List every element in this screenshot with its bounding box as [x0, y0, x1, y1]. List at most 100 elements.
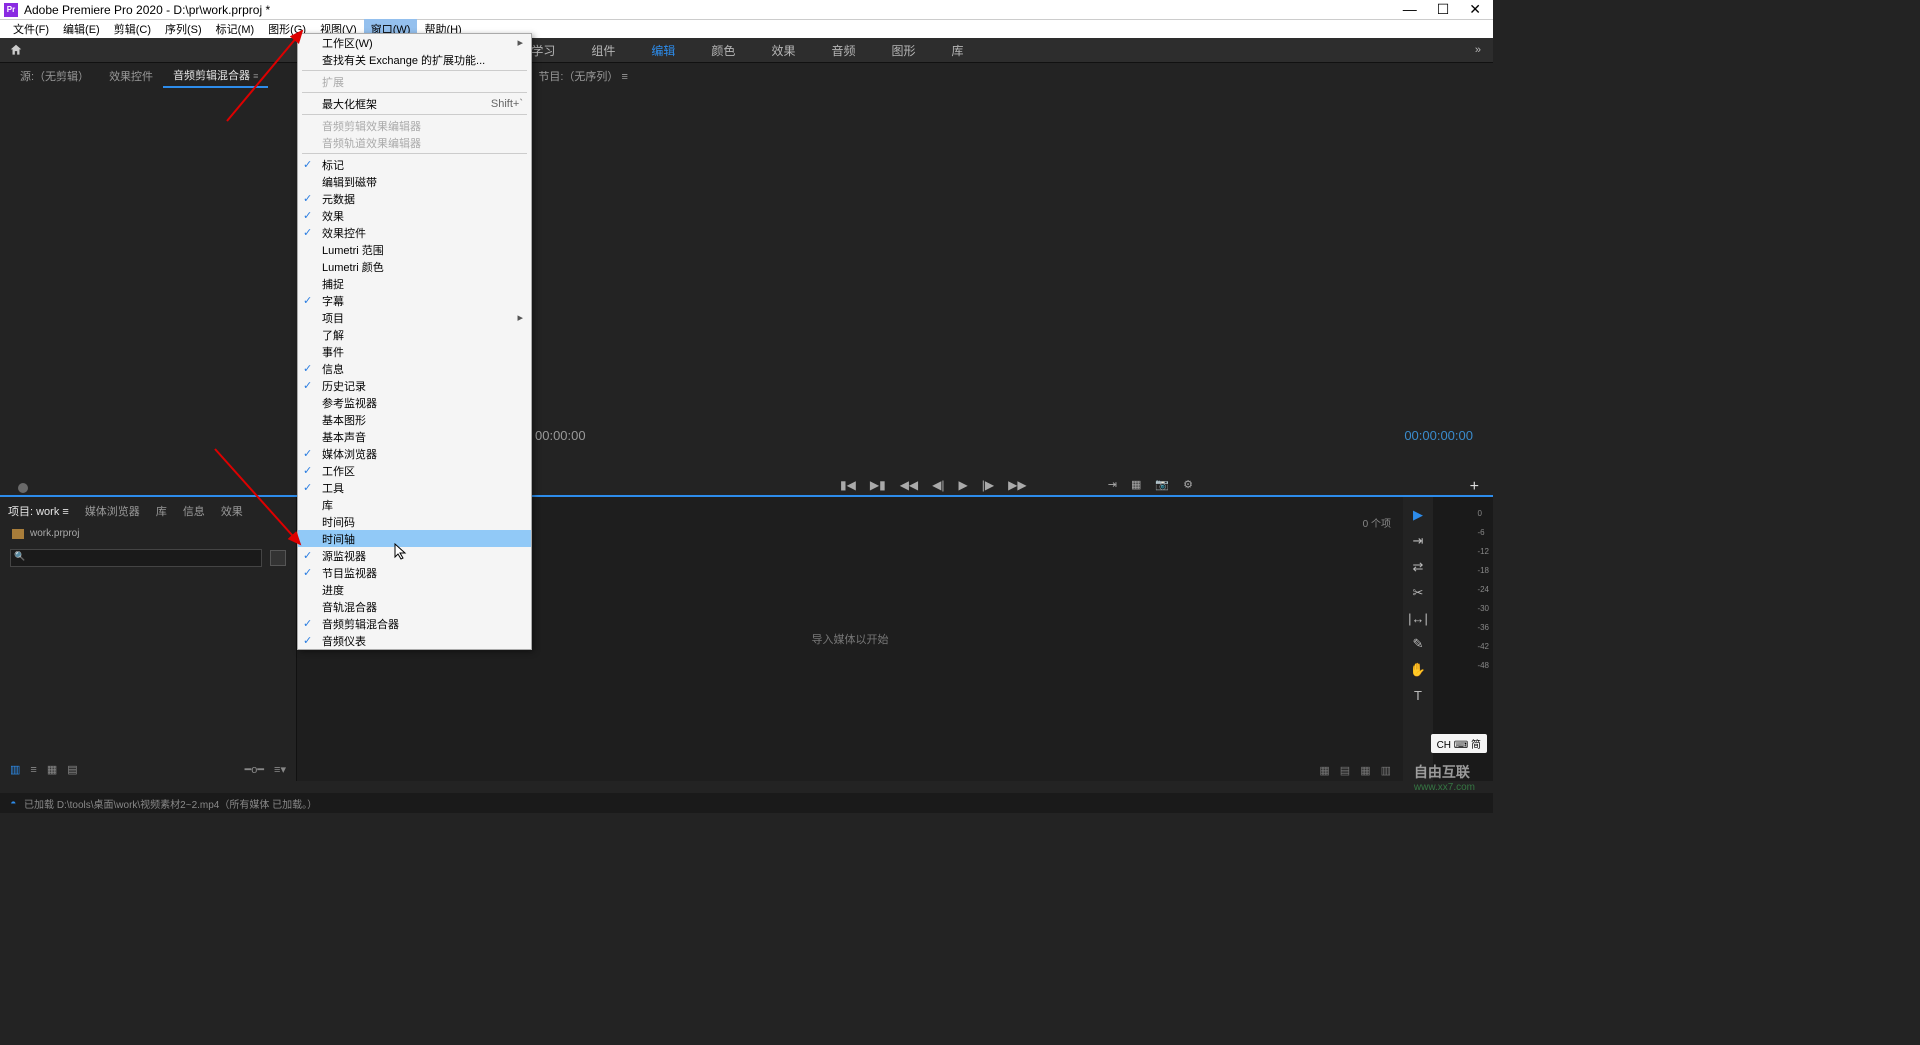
- menu-item-27[interactable]: ✓媒体浏览器: [298, 445, 531, 462]
- menu-item-34[interactable]: ✓节目监视器: [298, 564, 531, 581]
- menu-item-0[interactable]: 工作区(W)▸: [298, 34, 531, 51]
- sort-icon[interactable]: ≡▾: [274, 763, 286, 776]
- menu-item-14[interactable]: ✓效果控件: [298, 224, 531, 241]
- maximize-button[interactable]: ☐: [1437, 1, 1450, 18]
- workspace-tab-3[interactable]: 颜色: [693, 42, 753, 59]
- project-filename: work.prproj: [30, 528, 79, 539]
- menu-item-15[interactable]: Lumetri 范围: [298, 241, 531, 258]
- slip-tool-icon[interactable]: |↔|: [1408, 611, 1428, 626]
- menu-item-21[interactable]: 事件: [298, 343, 531, 360]
- workspace-bar: 学习组件编辑颜色效果音频图形库 »: [0, 38, 1493, 63]
- workspace-tab-1[interactable]: 组件: [573, 42, 633, 59]
- tl-btn2-icon[interactable]: ▤: [1340, 764, 1350, 777]
- ime-indicator[interactable]: CH ⌨ 简: [1431, 734, 1487, 753]
- minimize-button[interactable]: —: [1403, 1, 1417, 18]
- menu-item-10[interactable]: ✓标记: [298, 156, 531, 173]
- go-in-icon[interactable]: ◀◀: [900, 478, 918, 492]
- new-bin-button[interactable]: [270, 550, 286, 566]
- workspace-tab-5[interactable]: 音频: [813, 42, 873, 59]
- workspace-tab-7[interactable]: 库: [933, 42, 981, 59]
- workspace-tab-4[interactable]: 效果: [753, 42, 813, 59]
- menu-item-1[interactable]: 查找有关 Exchange 的扩展功能...: [298, 51, 531, 68]
- menu-item-24[interactable]: 参考监视器: [298, 394, 531, 411]
- menu-item-29[interactable]: ✓工具: [298, 479, 531, 496]
- step-fwd-icon[interactable]: |▶: [982, 478, 994, 492]
- icon-view-icon[interactable]: ▦: [47, 763, 57, 776]
- workspace-tab-2[interactable]: 编辑: [633, 42, 693, 59]
- meter-tick: -30: [1477, 604, 1489, 613]
- menu-item-5[interactable]: 最大化框架Shift+`: [298, 95, 531, 112]
- menu-item-33[interactable]: ✓源监视器: [298, 547, 531, 564]
- step-back-icon[interactable]: ◀|: [932, 478, 944, 492]
- source-tab-2[interactable]: 音频剪辑混合器≡: [163, 64, 268, 88]
- menu-item-26[interactable]: 基本声音: [298, 428, 531, 445]
- menu-item-32[interactable]: 时间轴: [298, 530, 531, 547]
- menu-item-31[interactable]: 时间码: [298, 513, 531, 530]
- menu-item-38[interactable]: ✓音频仪表: [298, 632, 531, 649]
- razor-tool-icon[interactable]: ✂: [1413, 585, 1424, 601]
- menu-item-28[interactable]: ✓工作区: [298, 462, 531, 479]
- menu-4[interactable]: 标记(M): [209, 19, 262, 39]
- workspace-tab-6[interactable]: 图形: [873, 42, 933, 59]
- menu-item-20[interactable]: 了解: [298, 326, 531, 343]
- list-view-icon[interactable]: ≡: [30, 764, 36, 776]
- menu-2[interactable]: 剪辑(C): [107, 19, 158, 39]
- workspace-overflow-icon[interactable]: »: [1463, 44, 1493, 56]
- menu-item-30[interactable]: 库: [298, 496, 531, 513]
- search-input[interactable]: [10, 549, 262, 567]
- type-tool-icon[interactable]: T: [1414, 688, 1422, 703]
- close-button[interactable]: ✕: [1469, 1, 1481, 18]
- menu-item-13[interactable]: ✓效果: [298, 207, 531, 224]
- zoom-slider-handle[interactable]: ━o━: [245, 763, 264, 776]
- project-tab-1[interactable]: 媒体浏览器: [77, 500, 148, 522]
- project-panel: 项目: work ≡媒体浏览器库信息效果 work.prproj ▥ ≡ ▦ ▤…: [0, 497, 297, 781]
- menu-item-18[interactable]: ✓字幕: [298, 292, 531, 309]
- menu-item-23[interactable]: ✓历史记录: [298, 377, 531, 394]
- menu-1[interactable]: 编辑(E): [56, 19, 107, 39]
- track-select-tool-icon[interactable]: ⇥: [1413, 533, 1424, 549]
- pen-tool-icon[interactable]: ✎: [1413, 636, 1424, 652]
- add-button[interactable]: +: [1470, 478, 1479, 496]
- menu-0[interactable]: 文件(F): [6, 19, 56, 39]
- lower-panels: 项目: work ≡媒体浏览器库信息效果 work.prproj ▥ ≡ ▦ ▤…: [0, 495, 1493, 781]
- ripple-tool-icon[interactable]: ⇄: [1413, 559, 1424, 575]
- project-tab-2[interactable]: 库: [148, 500, 175, 522]
- meter-tick: -36: [1477, 623, 1489, 632]
- menu-3[interactable]: 序列(S): [158, 19, 209, 39]
- mark-in-icon[interactable]: ▮◀: [840, 478, 856, 492]
- menu-item-12[interactable]: ✓元数据: [298, 190, 531, 207]
- menu-item-37[interactable]: ✓音频剪辑混合器: [298, 615, 531, 632]
- menu-item-11[interactable]: 编辑到磁带: [298, 173, 531, 190]
- source-timecode: 00:00:00: [535, 428, 586, 443]
- go-out-icon[interactable]: ▶▶: [1008, 478, 1026, 492]
- hand-tool-icon[interactable]: ✋: [1410, 662, 1426, 678]
- settings-icon[interactable]: ⚙: [1183, 478, 1193, 491]
- menu-item-16[interactable]: Lumetri 颜色: [298, 258, 531, 275]
- program-tab[interactable]: 节目:（无序列） ≡: [528, 65, 638, 87]
- menu-item-17[interactable]: 捕捉: [298, 275, 531, 292]
- tl-btn1-icon[interactable]: ▦: [1319, 764, 1329, 777]
- export-frame-icon[interactable]: 📷: [1155, 478, 1169, 491]
- mark-out-icon[interactable]: ▶▮: [870, 478, 886, 492]
- overwrite-icon[interactable]: ▦: [1131, 478, 1141, 491]
- project-tab-4[interactable]: 效果: [213, 500, 251, 522]
- project-tab-0[interactable]: 项目: work ≡: [0, 500, 77, 522]
- zoom-slider[interactable]: [18, 483, 293, 491]
- selection-tool-icon[interactable]: ▶: [1413, 507, 1423, 523]
- source-tab-1[interactable]: 效果控件: [99, 65, 163, 87]
- menu-item-25[interactable]: 基本图形: [298, 411, 531, 428]
- play-icon[interactable]: ▶: [959, 478, 968, 492]
- tl-btn3-icon[interactable]: ▦: [1360, 764, 1370, 777]
- menu-item-22[interactable]: ✓信息: [298, 360, 531, 377]
- freeform-view-icon[interactable]: ▤: [67, 763, 77, 776]
- project-tab-3[interactable]: 信息: [175, 500, 213, 522]
- program-timecode: 00:00:00:00: [1404, 428, 1473, 443]
- tl-btn4-icon[interactable]: ▥: [1381, 764, 1391, 777]
- insert-icon[interactable]: ⇥: [1108, 478, 1117, 491]
- toggle-view1-icon[interactable]: ▥: [10, 763, 20, 776]
- menu-item-35[interactable]: 进度: [298, 581, 531, 598]
- menu-item-19[interactable]: 项目▸: [298, 309, 531, 326]
- menu-item-36[interactable]: 音轨混合器: [298, 598, 531, 615]
- source-tab-0[interactable]: 源:（无剪辑）: [10, 65, 99, 87]
- home-button[interactable]: [0, 38, 32, 62]
